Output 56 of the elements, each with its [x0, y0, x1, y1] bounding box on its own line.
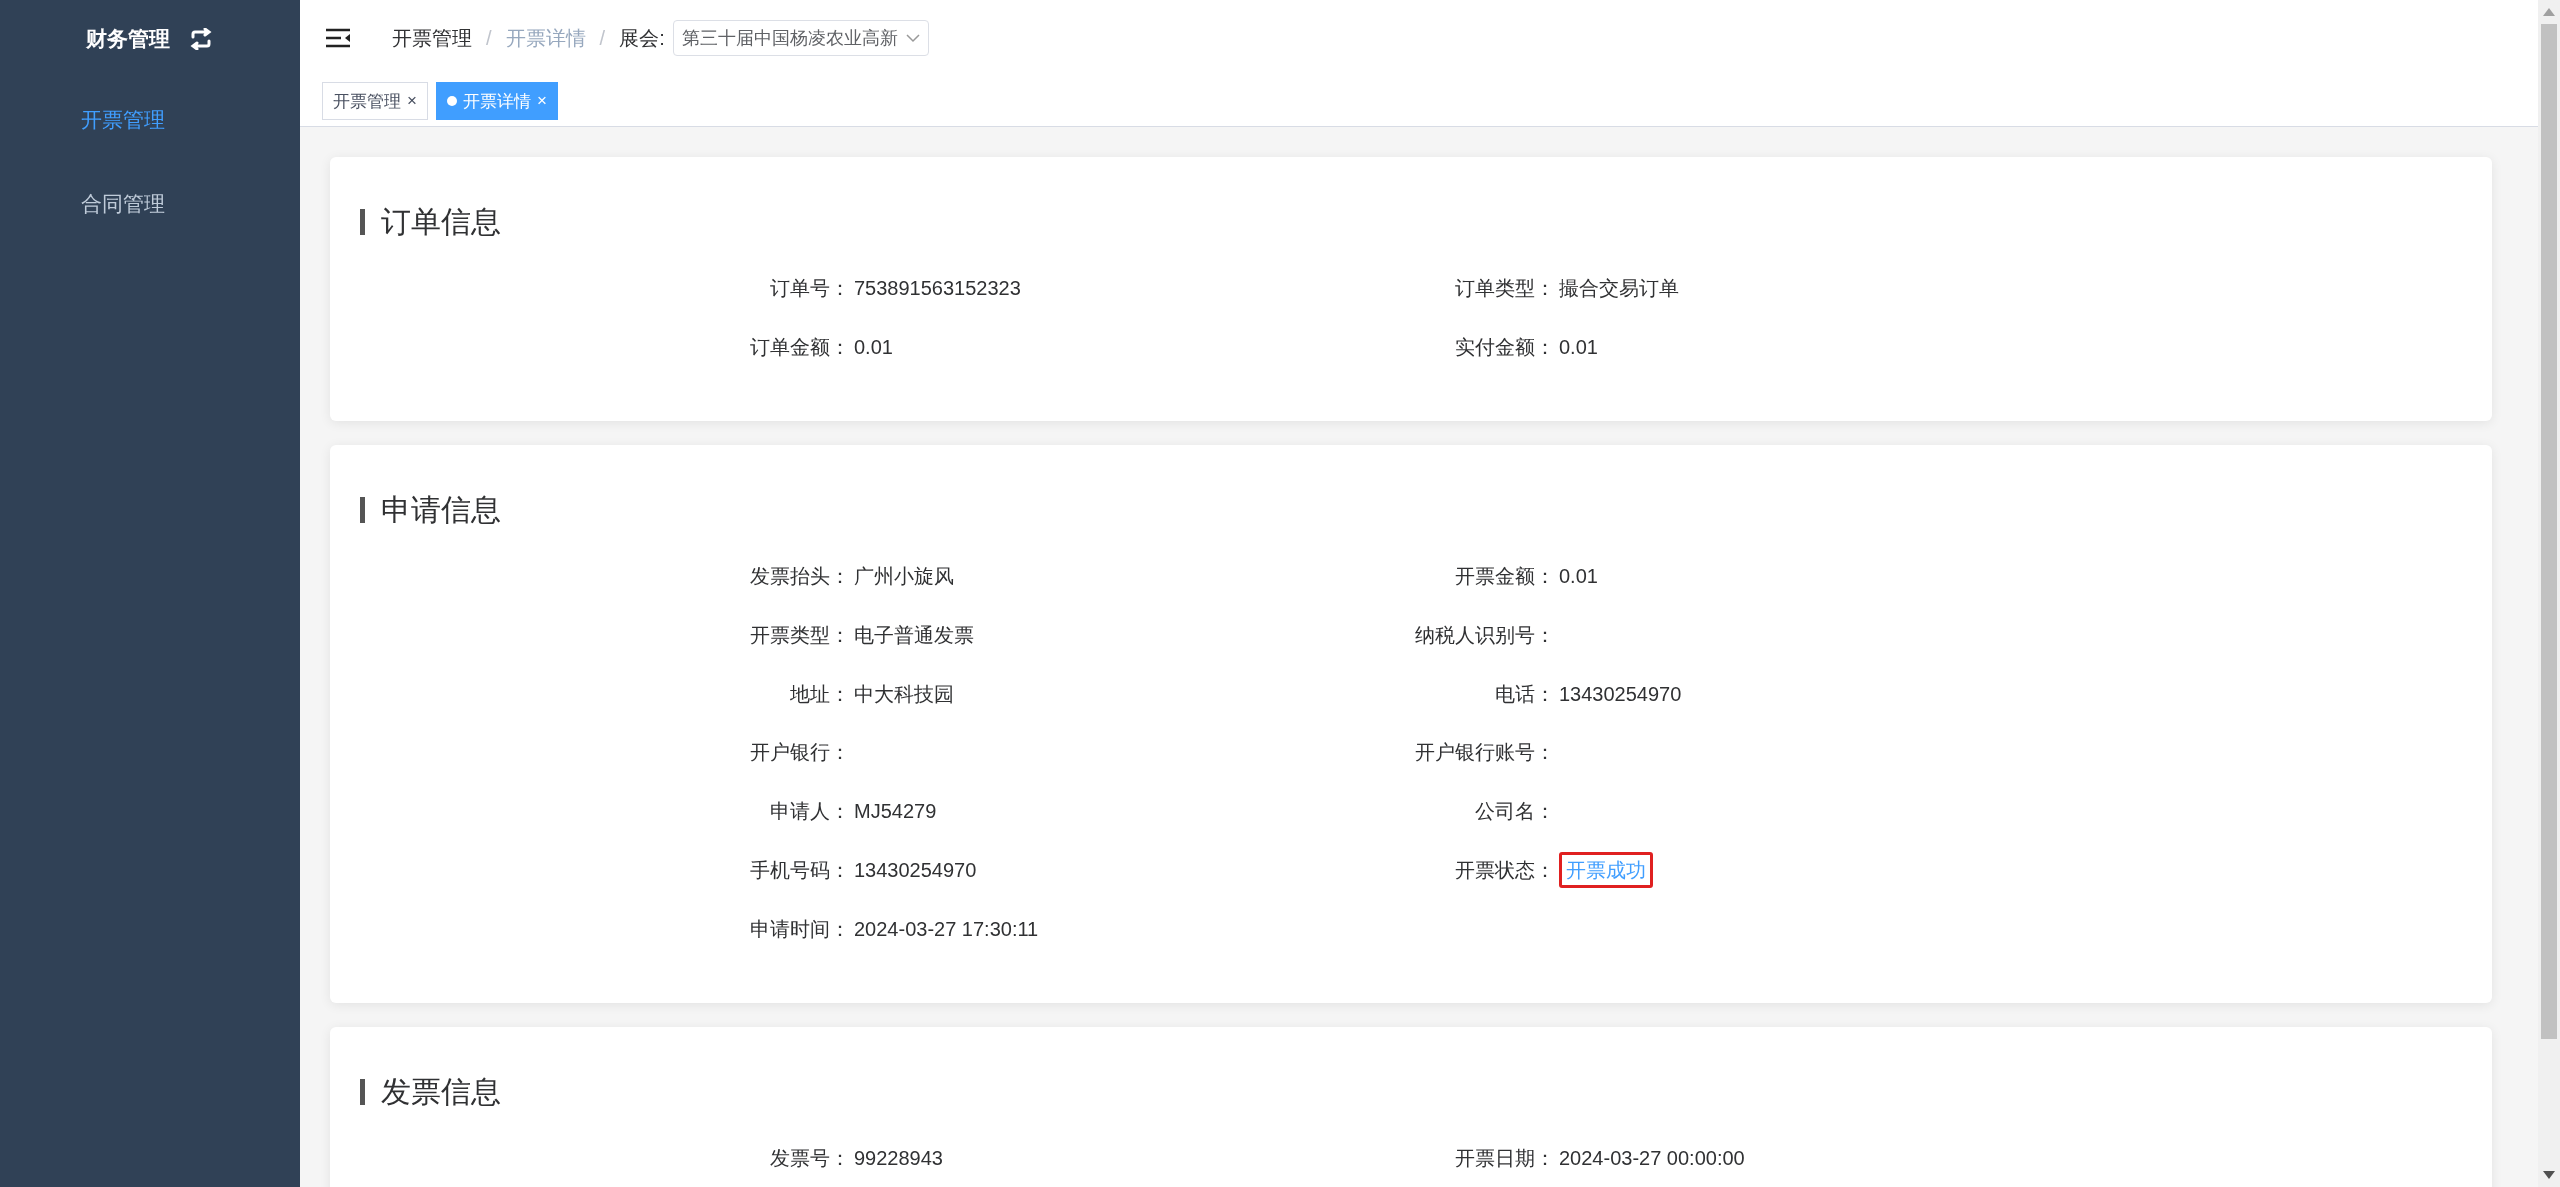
breadcrumb-item[interactable]: 开票管理 [392, 24, 472, 52]
field-value: 753891563152323 [854, 277, 1021, 299]
field-label: 公司名： [1475, 800, 1555, 823]
field-value: 中大科技园 [854, 682, 954, 705]
breadcrumb-separator: / [599, 26, 606, 50]
field-label: 纳税人识别号： [1415, 624, 1555, 647]
field-value: 2024-03-27 17:30:11 [854, 917, 1039, 940]
field-value: 撮合交易订单 [1559, 277, 1679, 299]
field-label: 开票日期： [1455, 1147, 1555, 1170]
swap-icon[interactable] [188, 28, 214, 50]
sidebar-item[interactable]: 合同管理 [0, 162, 300, 246]
breadcrumb-separator: / [486, 26, 492, 50]
sidebar-item[interactable]: 开票管理 [0, 78, 300, 162]
sidebar-title: 财务管理 [86, 26, 170, 52]
field-label: 订单金额： [750, 335, 850, 358]
menu-icon[interactable] [326, 28, 350, 48]
title-accent-bar [360, 1079, 365, 1106]
field-label: 地址： [790, 682, 850, 705]
section-title: 申请信息 [381, 491, 501, 528]
section-title: 订单信息 [381, 203, 501, 240]
field-label: 开户银行账号： [1415, 741, 1555, 764]
breadcrumb-item: 开票详情 [505, 25, 586, 51]
field-label: 实付金额： [1455, 335, 1555, 358]
page-tab[interactable]: 开票管理 × [322, 82, 428, 120]
scrollbar[interactable] [2538, 0, 2560, 1187]
field-label: 申请时间： [750, 917, 850, 940]
expo-select[interactable]: 第三十届中国杨凌农业高新 [672, 20, 929, 56]
field-value: 0.01 [854, 335, 893, 358]
field-label: 开户银行： [750, 741, 850, 764]
field-value: 0.01 [1559, 565, 1598, 588]
field-value: 13430254970 [854, 858, 977, 881]
field-label: 发票抬头： [750, 565, 850, 588]
field-label: 订单号： [770, 277, 850, 299]
caret-icon [905, 33, 920, 43]
field-value: 13430254970 [1559, 682, 1682, 705]
field-value: 0.01 [1559, 335, 1598, 358]
field-label: 开票状态： [1455, 858, 1555, 881]
scroll-down-icon[interactable] [2543, 1171, 2555, 1179]
field-label: 电话： [1495, 682, 1555, 705]
field-label: 手机号码： [750, 858, 850, 881]
field-value: 99228943 [854, 1147, 943, 1170]
field-label: 申请人： [770, 800, 850, 823]
field-label: 开票金额： [1455, 565, 1555, 588]
field-value: 广州小旋风 [854, 565, 954, 588]
title-accent-bar [360, 209, 365, 235]
field-label: 开票类型： [750, 624, 850, 647]
field-label: 发票号： [770, 1147, 850, 1170]
field-value: 电子普通发票 [854, 624, 974, 647]
expo-label: 展会: [619, 25, 665, 51]
scrollbar-thumb[interactable] [2541, 24, 2557, 1039]
title-accent-bar [360, 497, 365, 524]
field-value: MJ54279 [854, 800, 937, 823]
field-value: 2024-03-27 00:00:00 [1559, 1147, 1745, 1170]
section-title: 发票信息 [381, 1073, 501, 1110]
field-label: 订单类型： [1455, 277, 1555, 299]
status-text: 开票成功 [1559, 851, 1653, 888]
